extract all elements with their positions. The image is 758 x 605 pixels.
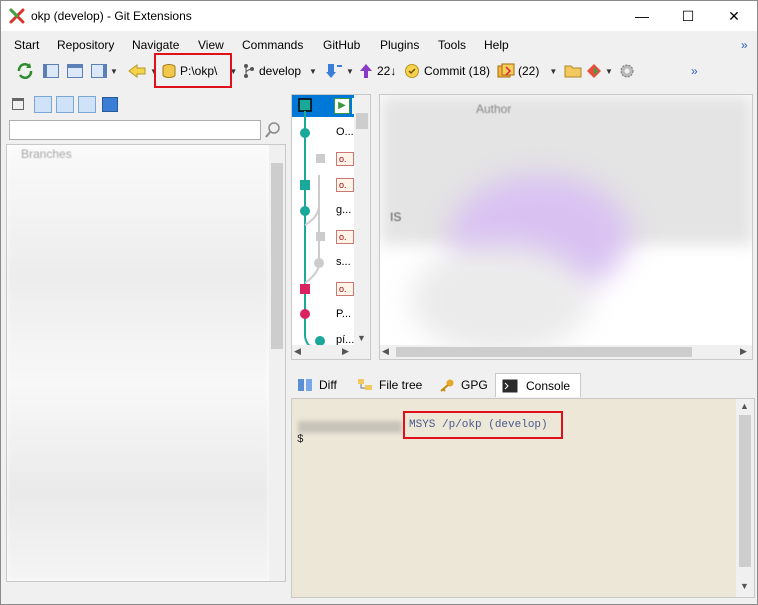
graph-scrollbar[interactable]: ▼: [354, 95, 370, 359]
tree-header: Branches: [21, 147, 72, 161]
menu-help[interactable]: Help: [484, 38, 509, 52]
scroll-down-arrow-icon[interactable]: ▼: [357, 333, 366, 343]
menu-repository[interactable]: Repository: [57, 38, 114, 52]
menu-start[interactable]: Start: [14, 38, 39, 52]
scroll-right-arrow-icon[interactable]: ▶: [740, 346, 747, 357]
graph-scrollbar-thumb[interactable]: [356, 113, 368, 129]
blurred-tree-content: [7, 145, 269, 581]
git-extensions-app-icon: [9, 8, 25, 24]
revinfo-hscroll-thumb[interactable]: [396, 347, 692, 357]
file-tree-icon: [358, 379, 372, 390]
diff-icon: [298, 379, 312, 391]
tab-console[interactable]: Console: [495, 373, 582, 397]
revinfo-left-label: IS: [390, 210, 402, 224]
tab-diff[interactable]: Diff: [291, 373, 343, 397]
refresh-icon[interactable]: [15, 62, 35, 80]
toolbar-overflow-chevron[interactable]: »: [691, 62, 698, 80]
left-panel-toolbar: [6, 94, 286, 116]
console-icon: [502, 379, 518, 392]
chevron-down-icon[interactable]: ▼: [309, 67, 317, 76]
main-toolbar: ▼ ▼ P:\okp\ ▼ develop ▼ ▼ 22↓ Commit (18…: [1, 57, 757, 85]
chevron-down-icon[interactable]: ▼: [549, 67, 557, 76]
graph-hscrollbar[interactable]: ◀ ▶: [292, 345, 354, 359]
commit-row-label[interactable]: s...: [336, 256, 351, 268]
tree-scrollbar-thumb[interactable]: [271, 163, 283, 349]
branch-search-input[interactable]: [9, 120, 261, 140]
menu-tools[interactable]: Tools: [438, 38, 466, 52]
layout-toggle-1-icon[interactable]: [43, 62, 59, 80]
menu-commands[interactable]: Commands: [242, 38, 303, 52]
commit-row-label[interactable]: O...: [336, 126, 354, 138]
commit-icon: [405, 64, 419, 78]
tags-icon[interactable]: [78, 96, 96, 113]
menu-overflow-chevron[interactable]: »: [741, 38, 748, 52]
stash-icon: [497, 63, 515, 78]
layout-toggle-3-icon[interactable]: ▼: [91, 62, 118, 80]
revinfo-hscrollbar[interactable]: ◀ ▶: [380, 345, 752, 359]
console-scrollbar[interactable]: ▲ ▼: [736, 399, 754, 597]
settings-gear-icon[interactable]: [619, 62, 635, 80]
local-branches-icon[interactable]: [34, 96, 52, 113]
left-panel: Branches: [6, 94, 286, 582]
console-prompt-symbol: $: [297, 434, 304, 446]
maximize-button[interactable]: ☐: [665, 1, 711, 31]
repository-tree: Branches: [6, 144, 286, 582]
minimize-button[interactable]: —: [619, 1, 665, 31]
close-button[interactable]: ✕: [711, 1, 757, 31]
scroll-left-arrow-icon[interactable]: ◀: [382, 346, 389, 357]
author-label: Author: [476, 102, 512, 116]
blurred-body-region: [410, 245, 590, 355]
remote-cloud-icon[interactable]: [56, 96, 74, 113]
revision-graph: ▶ O... o. o. g... o. s... o. P... pí... …: [291, 94, 371, 360]
collapse-all-icon[interactable]: [12, 98, 24, 110]
branch-icon: [244, 64, 254, 78]
tag-badge: o.: [336, 230, 354, 244]
git-extensions-window: okp (develop) - Git Extensions — ☐ ✕ Sta…: [0, 0, 758, 605]
scroll-left-arrow-icon[interactable]: ◀: [294, 346, 301, 357]
branch-selector[interactable]: develop ▼: [243, 62, 317, 80]
commit-label: Commit (18): [424, 64, 491, 78]
branch-name: develop: [259, 64, 302, 78]
fetch-icon[interactable]: ▼: [325, 62, 354, 80]
play-icon: ▶: [334, 98, 350, 114]
push-count: 22↓: [377, 64, 397, 78]
menu-plugins[interactable]: Plugins: [380, 38, 419, 52]
stash-count: (22): [518, 64, 540, 78]
blurred-user-host: [298, 421, 402, 433]
menu-github[interactable]: GitHub: [323, 38, 360, 52]
commit-row-label[interactable]: P...: [336, 308, 351, 320]
highlight-console-prompt: [403, 411, 563, 439]
stash-button[interactable]: (22) ▼: [497, 62, 557, 80]
scroll-down-arrow-icon[interactable]: ▼: [740, 581, 749, 591]
scroll-right-arrow-icon[interactable]: ▶: [342, 346, 349, 357]
layout-toggle-2-icon[interactable]: [67, 62, 83, 80]
tab-file-tree[interactable]: File tree: [351, 373, 428, 397]
submodules-icon[interactable]: [102, 97, 118, 112]
commit-row-label[interactable]: g...: [336, 204, 351, 216]
tag-badge: o.: [336, 178, 354, 192]
tab-gpg[interactable]: GPG: [433, 373, 494, 397]
push-arrow-icon: [360, 64, 372, 78]
console-scrollbar-thumb[interactable]: [739, 415, 751, 567]
scroll-up-arrow-icon[interactable]: ▲: [740, 401, 749, 411]
search-icon[interactable]: [264, 121, 282, 139]
key-icon: [440, 379, 454, 392]
title-bar: okp (develop) - Git Extensions — ☐ ✕: [1, 1, 757, 31]
git-bash-icon[interactable]: ▼: [586, 62, 613, 80]
push-button[interactable]: 22↓: [359, 62, 396, 80]
menu-bar: Start Repository Navigate View Commands …: [1, 35, 757, 55]
tag-badge: o.: [336, 282, 354, 296]
tree-scrollbar[interactable]: [269, 145, 285, 581]
highlight-repo-path: [154, 53, 232, 88]
commit-button[interactable]: Commit (18): [404, 62, 490, 80]
tag-badge: o.: [336, 152, 354, 166]
folder-icon[interactable]: [564, 62, 582, 80]
menu-view[interactable]: View: [198, 38, 224, 52]
menu-navigate[interactable]: Navigate: [132, 38, 179, 52]
revision-info-panel: Author IS ◀ ▶: [379, 94, 753, 360]
bottom-tabs: Diff File tree GPG Console: [291, 370, 757, 398]
window-title: okp (develop) - Git Extensions: [31, 9, 192, 23]
